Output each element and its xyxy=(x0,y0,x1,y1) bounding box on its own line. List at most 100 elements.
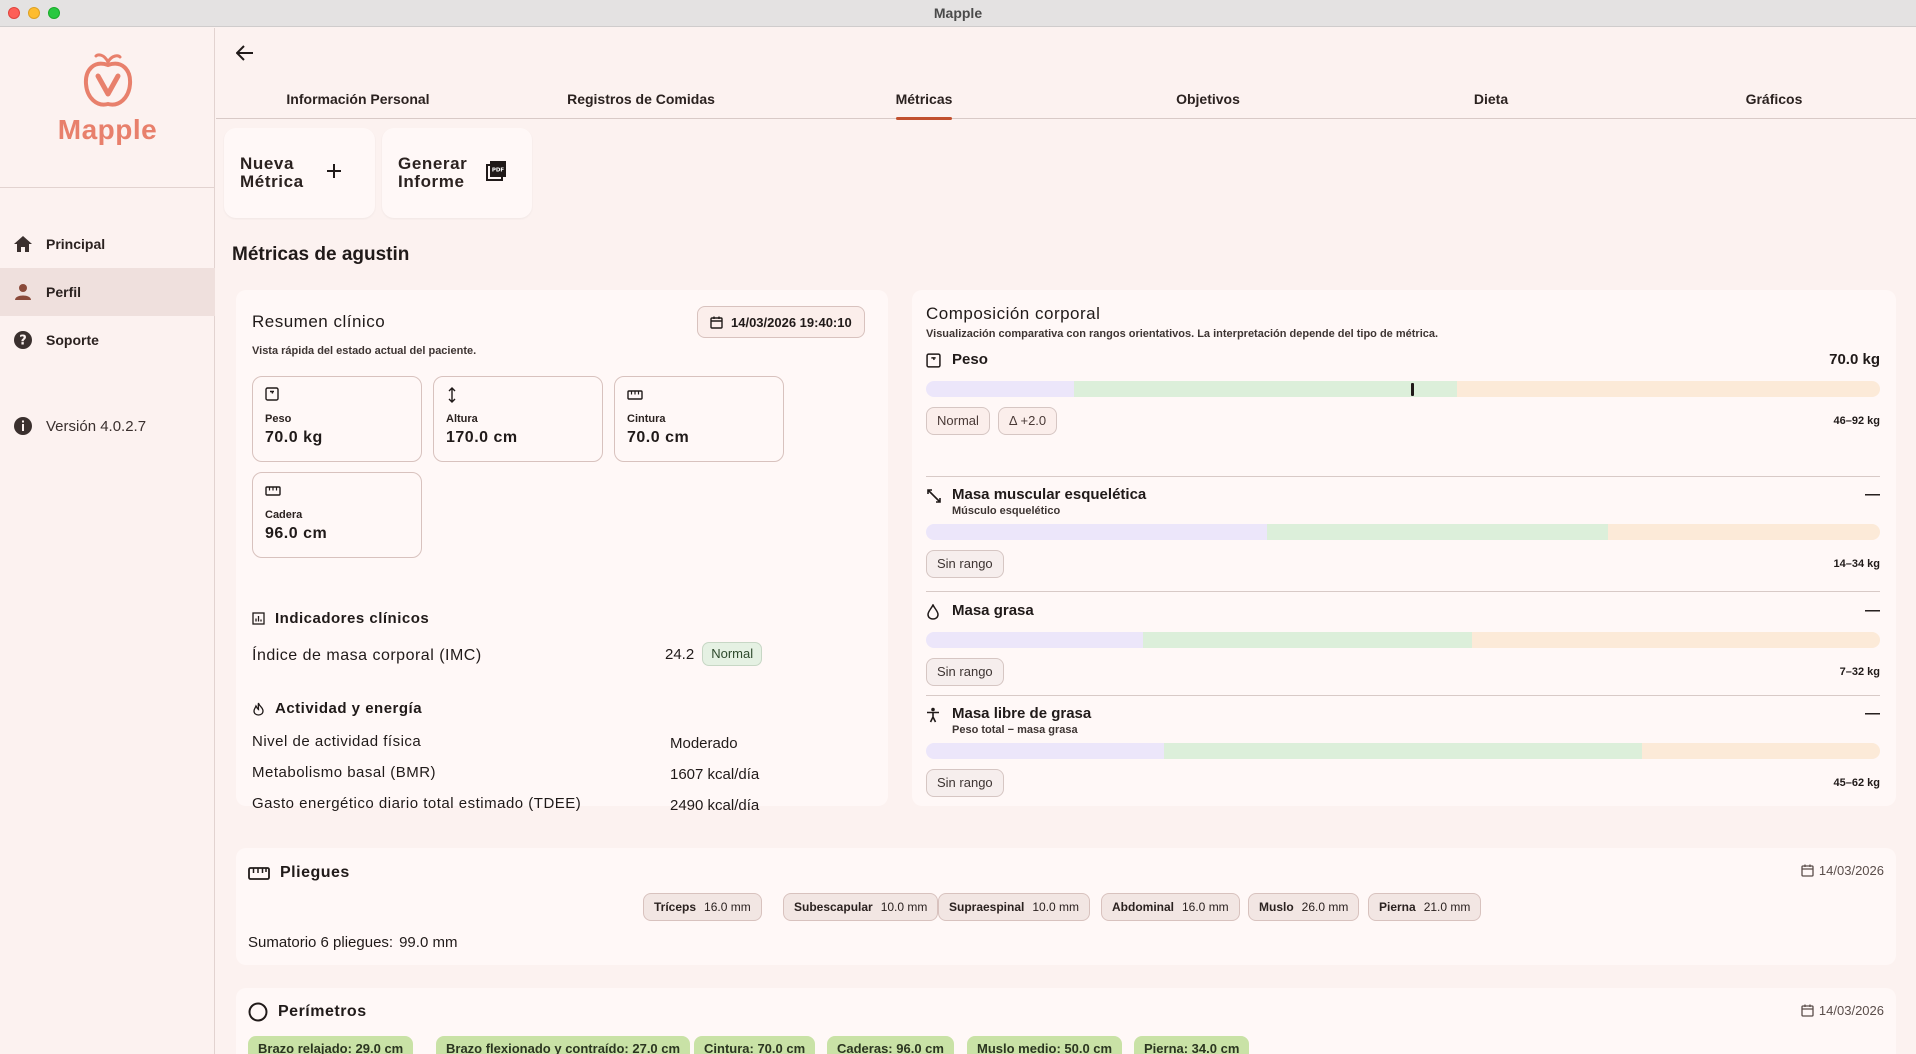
skinfold-value: 21.0 mm xyxy=(1423,900,1471,914)
generate-report-label: Generar Informe xyxy=(398,155,467,191)
close-window-button[interactable] xyxy=(8,7,20,19)
range-normal-segment xyxy=(1143,632,1472,648)
back-button[interactable] xyxy=(230,38,260,68)
plus-icon xyxy=(326,163,342,184)
bmr-value: 1607 kcal/día xyxy=(670,766,760,783)
new-metric-label-line: Nueva xyxy=(240,154,295,173)
reference-range: 45–62 kg xyxy=(1833,777,1880,789)
chart-icon xyxy=(252,612,265,625)
skinfold-chip: Subescapular 10.0 mm xyxy=(783,893,939,921)
app-version: Versión 4.0.2.7 xyxy=(12,415,146,437)
scale-icon xyxy=(265,387,409,405)
tab-label: Objetivos xyxy=(1176,90,1240,107)
skinfold-name: Muslo xyxy=(1259,900,1294,914)
skinfold-name: Pierna xyxy=(1379,900,1416,914)
generate-report-label-line: Informe xyxy=(398,172,465,191)
composition-row-header: Masa libre de grasa Peso total − masa gr… xyxy=(926,705,1880,743)
perimeter-chip: Brazo relajado: 29.0 cm xyxy=(248,1036,414,1054)
composition-row-header: Peso 70.0 kg xyxy=(926,351,1880,381)
composition-row-footer: Normal Δ +2.0 46–92 kg xyxy=(926,407,1880,435)
range-bar xyxy=(926,524,1880,540)
row-divider xyxy=(926,476,1880,477)
version-text: Versión 4.0.2.7 xyxy=(46,417,147,435)
ruler-icon xyxy=(627,387,771,405)
range-normal-segment xyxy=(1164,743,1642,759)
composition-row-masa-libre-grasa: Masa libre de grasa Peso total − masa gr… xyxy=(926,705,1880,797)
app-logo: Mapple xyxy=(0,50,215,180)
status-pill: Sin rango xyxy=(926,769,1004,797)
range-low-segment xyxy=(926,524,1267,540)
sidebar-item-principal[interactable]: Principal xyxy=(0,220,215,268)
svg-text:?: ? xyxy=(19,334,27,349)
bmr-label: Metabolismo basal (BMR) xyxy=(252,764,437,781)
calendar-icon xyxy=(710,316,723,329)
clinical-indicators-title: Indicadores clínicos xyxy=(252,610,429,627)
range-high-segment xyxy=(1642,743,1880,759)
skinfold-value: 26.0 mm xyxy=(1301,900,1349,914)
minimize-window-button[interactable] xyxy=(28,7,40,19)
date-text: 14/03/2026 xyxy=(1818,863,1884,878)
arrow-back-icon xyxy=(236,45,253,61)
activity-level-value: Moderado xyxy=(670,735,738,752)
range-low-segment xyxy=(926,381,1074,397)
range-normal-segment xyxy=(1074,381,1457,397)
sidebar-item-soporte[interactable]: ? Soporte xyxy=(0,316,215,364)
section-title-text: Actividad y energía xyxy=(275,700,423,717)
range-high-segment xyxy=(1608,524,1880,540)
status-pill: Normal xyxy=(926,407,990,435)
composition-row-masa-grasa: Masa grasa — Sin rango 7–32 kg xyxy=(926,602,1880,686)
skinfold-name: Supraespinal xyxy=(949,900,1025,914)
section-title-text: Pliegues xyxy=(280,864,350,881)
drop-icon xyxy=(926,603,944,622)
tab-graficos[interactable]: Gráficos xyxy=(1632,78,1916,119)
tdee-value: 2490 kcal/día xyxy=(670,797,760,814)
summary-date-chip[interactable]: 14/03/2026 19:40:10 xyxy=(697,306,865,338)
range-high-segment xyxy=(1472,632,1880,648)
skinfold-chip: Tríceps 16.0 mm xyxy=(643,893,762,921)
tab-informacion-personal[interactable]: Información Personal xyxy=(216,78,500,119)
composition-name: Peso xyxy=(952,351,988,368)
tab-dieta[interactable]: Dieta xyxy=(1349,78,1633,119)
perimeter-chip: Muslo medio: 50.0 cm xyxy=(967,1036,1123,1054)
ruler-icon xyxy=(265,483,409,501)
tab-label: Dieta xyxy=(1473,90,1509,107)
help-icon: ? xyxy=(12,329,34,351)
metric-label: Cadera xyxy=(265,509,303,521)
new-metric-label-line: Métrica xyxy=(240,172,304,191)
imc-value: 24.2 xyxy=(665,645,695,663)
sidebar-item-perfil[interactable]: Perfil xyxy=(0,268,215,316)
section-title-text: Perímetros xyxy=(278,1003,367,1020)
skinfold-name: Tríceps xyxy=(654,900,697,914)
new-metric-button[interactable]: Nueva Métrica xyxy=(224,128,375,218)
tab-label: Métricas xyxy=(895,90,953,107)
expand-icon xyxy=(926,488,944,506)
maximize-window-button[interactable] xyxy=(48,7,60,19)
range-normal-segment xyxy=(1267,524,1608,540)
tdee-label: Gasto energético diario total estimado (… xyxy=(252,795,582,812)
composition-subname: Peso total − masa grasa xyxy=(952,724,1078,736)
composition-value: — xyxy=(1865,705,1880,722)
tab-registros-comidas[interactable]: Registros de Comidas xyxy=(499,78,783,119)
tab-metricas[interactable]: Métricas xyxy=(782,78,1066,120)
window-titlebar: Mapple xyxy=(0,0,1916,27)
skinfold-value: 16.0 mm xyxy=(1182,900,1229,914)
range-low-segment xyxy=(926,632,1143,648)
clinical-summary-subtitle: Vista rápida del estado actual del pacie… xyxy=(252,345,477,357)
composition-name: Masa libre de grasa xyxy=(952,705,1092,722)
generate-report-button[interactable]: Generar Informe PDF xyxy=(382,128,532,218)
flame-icon xyxy=(253,702,264,716)
tab-label: Gráficos xyxy=(1745,90,1803,107)
tab-objetivos[interactable]: Objetivos xyxy=(1066,78,1350,119)
metric-card-cintura: Cintura 70.0 cm xyxy=(614,376,784,462)
imc-status-badge: Normal xyxy=(702,642,763,666)
skinfold-chip: Abdominal 16.0 mm xyxy=(1101,893,1240,921)
clinical-summary-title: Resumen clínico xyxy=(252,312,386,331)
perimeters-title: Perímetros xyxy=(248,1002,367,1022)
composition-row-header: Masa grasa — xyxy=(926,602,1880,632)
composition-row-footer: Sin rango 7–32 kg xyxy=(926,658,1880,686)
reference-range: 46–92 kg xyxy=(1833,415,1880,427)
scale-icon xyxy=(926,353,944,371)
body-composition-subtitle: Visualización comparativa con rangos ori… xyxy=(926,328,1439,340)
composition-name: Masa grasa xyxy=(952,602,1034,619)
tab-label: Registros de Comidas xyxy=(567,90,715,107)
